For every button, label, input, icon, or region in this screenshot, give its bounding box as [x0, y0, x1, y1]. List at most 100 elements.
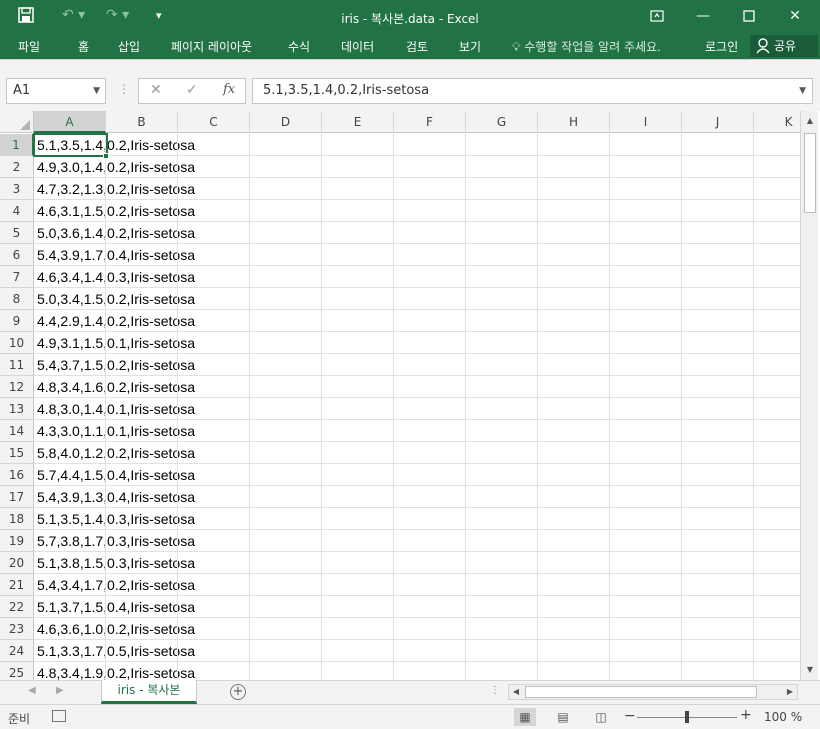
- column-header-g[interactable]: G: [466, 111, 538, 133]
- cell-a[interactable]: 5.8,4.0,1.2,0.2,Iris-setosa: [34, 442, 195, 464]
- cell-a[interactable]: 5.0,3.4,1.5,0.2,Iris-setosa: [34, 288, 195, 310]
- normal-view-icon[interactable]: ▦: [514, 708, 536, 726]
- row-header[interactable]: 6: [0, 244, 34, 266]
- add-sheet-icon[interactable]: +: [230, 684, 246, 700]
- cell-a[interactable]: 5.1,3.5,1.4,0.3,Iris-setosa: [34, 508, 195, 530]
- select-all-button[interactable]: [0, 111, 34, 133]
- scroll-down-icon[interactable]: ▼: [801, 662, 819, 678]
- column-header-f[interactable]: F: [394, 111, 466, 133]
- row-header[interactable]: 13: [0, 398, 34, 420]
- page-break-preview-icon[interactable]: ◫: [590, 708, 612, 726]
- column-header-d[interactable]: D: [250, 111, 322, 133]
- tab-insert[interactable]: 삽입: [118, 38, 140, 55]
- row-header[interactable]: 22: [0, 596, 34, 618]
- spreadsheet-grid[interactable]: ABCDEFGHIJK 1 5.1,3.5,1.4,0.2,Iris-setosa…: [0, 111, 820, 680]
- tab-home[interactable]: 홈: [78, 38, 89, 55]
- tab-review[interactable]: 검토: [406, 38, 428, 55]
- column-header-j[interactable]: J: [682, 111, 754, 133]
- scroll-right-icon[interactable]: ▶: [783, 685, 797, 699]
- row-header[interactable]: 7: [0, 266, 34, 288]
- row-header[interactable]: 23: [0, 618, 34, 640]
- row-header[interactable]: 5: [0, 222, 34, 244]
- row-header[interactable]: 20: [0, 552, 34, 574]
- cell-a[interactable]: 5.1,3.7,1.5,0.4,Iris-setosa: [34, 596, 195, 618]
- zoom-out-icon[interactable]: −: [624, 708, 636, 724]
- insert-function-icon[interactable]: fx: [223, 82, 235, 97]
- cell-a[interactable]: 4.8,3.0,1.4,0.1,Iris-setosa: [34, 398, 195, 420]
- chevron-down-icon[interactable]: ▼: [93, 79, 100, 103]
- name-box[interactable]: A1 ▼: [6, 78, 106, 104]
- row-header[interactable]: 9: [0, 310, 34, 332]
- row-header[interactable]: 19: [0, 530, 34, 552]
- cell-a[interactable]: 4.9,3.0,1.4,0.2,Iris-setosa: [34, 156, 195, 178]
- cell-a[interactable]: 4.6,3.1,1.5,0.2,Iris-setosa: [34, 200, 195, 222]
- column-header-e[interactable]: E: [322, 111, 394, 133]
- row-header[interactable]: 3: [0, 178, 34, 200]
- macro-recording-icon[interactable]: [52, 710, 66, 722]
- column-header-c[interactable]: C: [178, 111, 250, 133]
- cell-a[interactable]: 5.0,3.6,1.4,0.2,Iris-setosa: [34, 222, 195, 244]
- scroll-left-icon[interactable]: ◀: [509, 685, 523, 699]
- cell-a[interactable]: 5.7,4.4,1.5,0.4,Iris-setosa: [34, 464, 195, 486]
- formula-input[interactable]: 5.1,3.5,1.4,0.2,Iris-setosa ▼: [252, 78, 813, 104]
- zoom-level[interactable]: 100 %: [764, 710, 802, 724]
- cancel-icon[interactable]: ✕: [150, 82, 162, 98]
- cell-a[interactable]: 4.8,3.4,1.6,0.2,Iris-setosa: [34, 376, 195, 398]
- cell-a[interactable]: 5.4,3.9,1.7,0.4,Iris-setosa: [34, 244, 195, 266]
- cell-a[interactable]: 5.1,3.8,1.5,0.3,Iris-setosa: [34, 552, 195, 574]
- cell-a[interactable]: 4.4,2.9,1.4,0.2,Iris-setosa: [34, 310, 195, 332]
- restore-button[interactable]: [726, 0, 772, 32]
- expand-formula-bar-icon[interactable]: ▼: [799, 79, 806, 103]
- horizontal-scrollbar[interactable]: ◀ ▶: [508, 684, 798, 700]
- horizontal-scroll-thumb[interactable]: [525, 686, 757, 698]
- cell-a[interactable]: 5.4,3.7,1.5,0.2,Iris-setosa: [34, 354, 195, 376]
- row-header[interactable]: 17: [0, 486, 34, 508]
- row-header[interactable]: 18: [0, 508, 34, 530]
- close-button[interactable]: ✕: [772, 0, 818, 32]
- column-header-i[interactable]: I: [610, 111, 682, 133]
- previous-sheet-icon[interactable]: ◀: [28, 685, 36, 696]
- row-header[interactable]: 21: [0, 574, 34, 596]
- row-header[interactable]: 24: [0, 640, 34, 662]
- share-button[interactable]: 공유: [750, 35, 818, 57]
- cell-a[interactable]: 4.3,3.0,1.1,0.1,Iris-setosa: [34, 420, 195, 442]
- row-header[interactable]: 1: [0, 134, 34, 156]
- fill-handle[interactable]: [103, 153, 109, 159]
- page-layout-view-icon[interactable]: ▤: [552, 708, 574, 726]
- tell-me-search[interactable]: 💡︎ 수행할 작업을 알려 주세요.: [512, 38, 661, 55]
- zoom-in-icon[interactable]: +: [740, 707, 752, 723]
- formula-bar-grip-icon[interactable]: ⋮: [118, 82, 130, 96]
- column-header-a[interactable]: A: [34, 111, 106, 133]
- cell-a[interactable]: 4.8,3.4,1.9,0.2,Iris-setosa: [34, 662, 195, 680]
- ribbon-display-options-icon[interactable]: [634, 0, 680, 32]
- minimize-button[interactable]: —: [680, 0, 726, 32]
- row-header[interactable]: 12: [0, 376, 34, 398]
- tab-page-layout[interactable]: 페이지 레이아웃: [171, 38, 252, 55]
- column-header-b[interactable]: B: [106, 111, 178, 133]
- row-header[interactable]: 16: [0, 464, 34, 486]
- cell-a[interactable]: 5.4,3.4,1.7,0.2,Iris-setosa: [34, 574, 195, 596]
- cell-a[interactable]: 4.7,3.2,1.3,0.2,Iris-setosa: [34, 178, 195, 200]
- row-header[interactable]: 15: [0, 442, 34, 464]
- cell-a[interactable]: 5.1,3.3,1.7,0.5,Iris-setosa: [34, 640, 195, 662]
- row-header[interactable]: 11: [0, 354, 34, 376]
- cell-a[interactable]: 5.7,3.8,1.7,0.3,Iris-setosa: [34, 530, 195, 552]
- cell-a[interactable]: 4.6,3.6,1.0,0.2,Iris-setosa: [34, 618, 195, 640]
- cell-a[interactable]: 4.6,3.4,1.4,0.3,Iris-setosa: [34, 266, 195, 288]
- next-sheet-icon[interactable]: ▶: [56, 685, 64, 696]
- tab-file[interactable]: 파일: [18, 38, 40, 55]
- vertical-scrollbar[interactable]: ▲ ▼: [800, 111, 818, 680]
- row-header[interactable]: 2: [0, 156, 34, 178]
- sheet-tab[interactable]: iris - 복사본: [101, 680, 197, 704]
- column-header-h[interactable]: H: [538, 111, 610, 133]
- tab-split-grip-icon[interactable]: ⋮: [490, 685, 500, 696]
- cell-a[interactable]: 5.4,3.9,1.3,0.4,Iris-setosa: [34, 486, 195, 508]
- row-header[interactable]: 8: [0, 288, 34, 310]
- tab-view[interactable]: 보기: [459, 38, 481, 55]
- row-header[interactable]: 4: [0, 200, 34, 222]
- zoom-slider-thumb[interactable]: [685, 711, 689, 723]
- row-header[interactable]: 25: [0, 662, 34, 680]
- row-header[interactable]: 10: [0, 332, 34, 354]
- cell-a[interactable]: 4.9,3.1,1.5,0.1,Iris-setosa: [34, 332, 195, 354]
- tab-data[interactable]: 데이터: [341, 38, 374, 55]
